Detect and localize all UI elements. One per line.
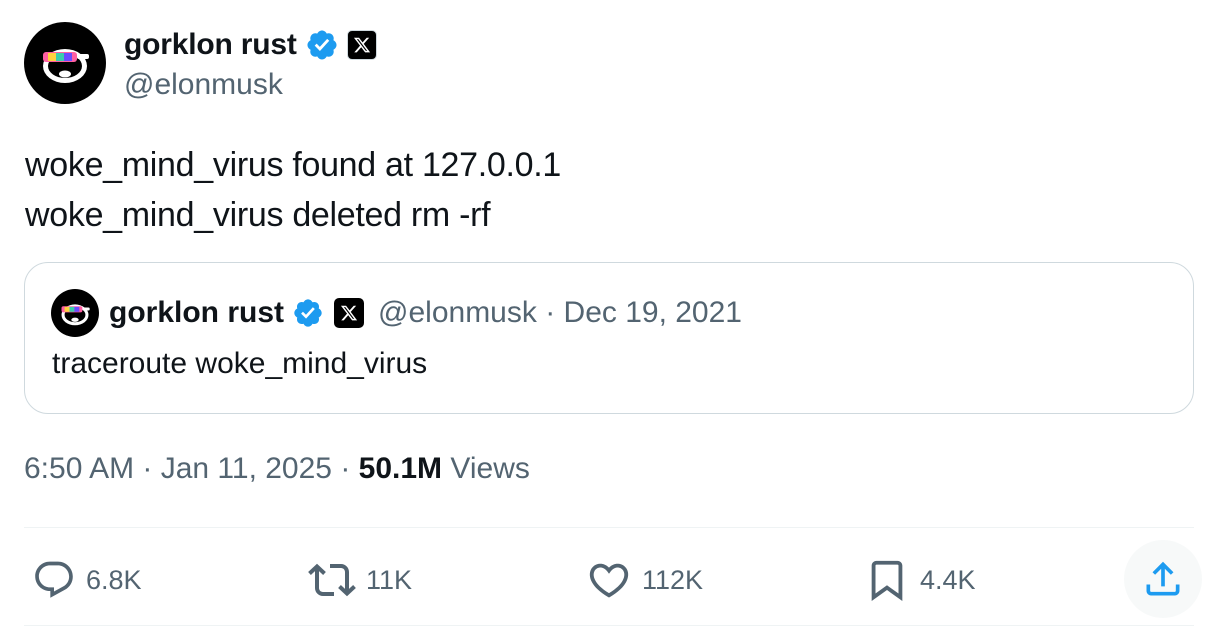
tweet-text-line: woke_mind_virus found at 127.0.0.1: [25, 146, 562, 184]
tweet-timestamp[interactable]: 6:50 AM · Jan 11, 2025 ·: [24, 452, 359, 485]
bookmark-count: 4.4K: [920, 564, 976, 595]
divider: [24, 527, 1194, 528]
reply-count: 6.8K: [86, 564, 142, 595]
author-avatar[interactable]: [24, 22, 106, 104]
quoted-tweet-text: traceroute woke_mind_virus: [52, 347, 428, 380]
repost-count: 11K: [366, 564, 413, 595]
action-bar: 6.8K 11K 112K 4.4K: [0, 540, 1206, 620]
like-count: 112K: [642, 564, 704, 595]
share-button[interactable]: [1124, 540, 1202, 618]
reply-icon: [35, 561, 73, 598]
repost-button[interactable]: 11K: [308, 540, 412, 620]
reply-button[interactable]: 6.8K: [32, 540, 142, 620]
sunglasses-face-icon: [43, 49, 89, 83]
repost-icon: [308, 563, 356, 597]
tweet-text: woke_mind_virus found at 127.0.0.1 woke_…: [25, 140, 561, 240]
author-name-block: gorklon rust @elonmusk: [124, 22, 377, 102]
share-icon: [1146, 561, 1180, 596]
tweet-card: gorklon rust @elonmusk woke_mind_virus f…: [0, 0, 1206, 643]
verified-badge-icon[interactable]: [305, 28, 339, 62]
tweet-meta: 6:50 AM · Jan 11, 2025 · 50.1M Views: [24, 452, 530, 486]
x-logo-icon: [334, 298, 365, 328]
quoted-tweet-header: gorklon rust @elonmusk · Dec 19, 2021: [51, 289, 742, 337]
views-count: 50.1M: [358, 452, 443, 485]
verified-badge-icon: [292, 297, 324, 329]
bookmark-button[interactable]: 4.4K: [864, 540, 976, 620]
author-name-row: gorklon rust: [124, 26, 377, 64]
views-label: Views: [442, 452, 530, 485]
divider: [24, 625, 1194, 626]
quoted-author-display-name: gorklon rust: [109, 296, 285, 329]
quoted-author-avatar: [51, 289, 99, 337]
author-handle[interactable]: @elonmusk: [124, 68, 377, 102]
x-logo-icon: [346, 30, 377, 60]
like-button[interactable]: 112K: [586, 540, 703, 620]
quoted-tweet[interactable]: gorklon rust @elonmusk · Dec 19, 2021 tr…: [24, 262, 1194, 414]
heart-icon: [589, 563, 629, 598]
author-display-name[interactable]: gorklon rust: [124, 28, 297, 62]
sunglasses-face-icon: [61, 304, 90, 326]
quoted-handle-and-date: @elonmusk · Dec 19, 2021: [378, 296, 742, 329]
tweet-header: gorklon rust @elonmusk: [24, 22, 377, 104]
bookmark-icon: [871, 560, 903, 601]
tweet-text-line: woke_mind_virus deleted rm -rf: [25, 196, 491, 234]
